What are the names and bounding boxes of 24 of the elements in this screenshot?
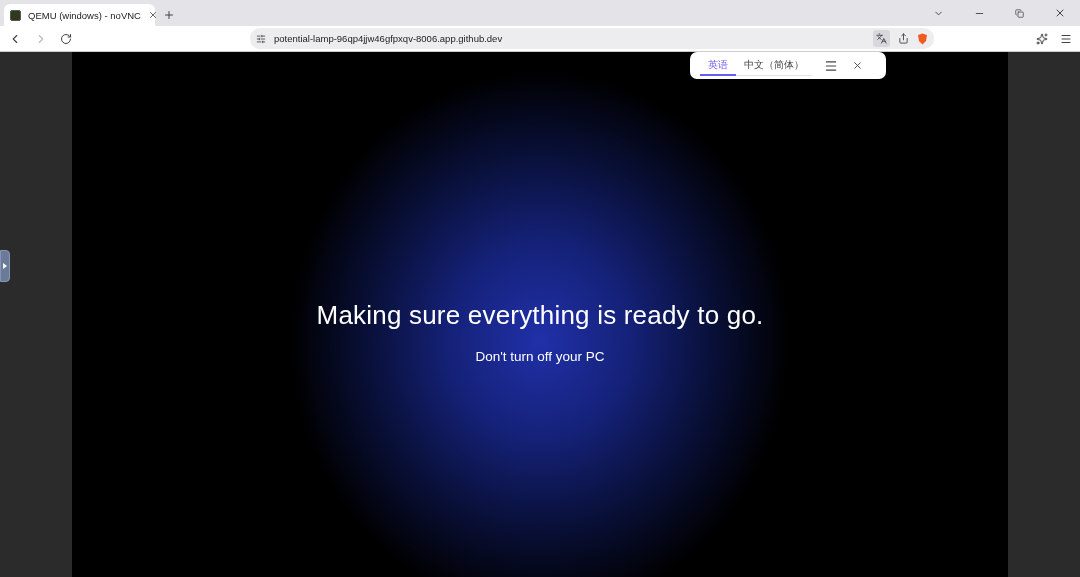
status-heading: Making sure everything is ready to go.: [316, 300, 764, 331]
sparkle-star-icon[interactable]: [1036, 32, 1048, 45]
sidebar-handle[interactable]: [0, 250, 10, 282]
shield-icon[interactable]: [917, 32, 928, 45]
browser-tab[interactable]: QEMU (windows) - noVNC: [4, 4, 155, 26]
status-subheading: Don't turn off your PC: [475, 349, 605, 364]
new-tab-button[interactable]: [163, 9, 175, 21]
address-bar[interactable]: potential-lamp-96qp4jjw46gfpxqv-8006.app.github.dev: [250, 28, 934, 49]
share-button[interactable]: [898, 33, 909, 44]
favicon-icon: [10, 9, 21, 21]
site-settings-icon[interactable]: [256, 33, 266, 44]
tab-title: QEMU (windows) - noVNC: [28, 9, 141, 21]
language-tab[interactable]: 英语: [700, 55, 736, 76]
expand-arrow-icon: [3, 263, 7, 269]
translate-button[interactable]: [873, 30, 890, 47]
restore-button[interactable]: [1015, 8, 1024, 18]
close-window-button[interactable]: [1054, 7, 1066, 19]
menu-icon[interactable]: [1060, 32, 1072, 45]
menu-icon[interactable]: [824, 58, 838, 73]
url-text: potential-lamp-96qp4jjw46gfpxqv-8006.app.github.dev: [274, 33, 504, 44]
reload-button[interactable]: [60, 32, 72, 45]
close-button[interactable]: [852, 60, 863, 71]
language-tab[interactable]: 中文（简体）: [736, 55, 812, 76]
close-tab-button[interactable]: [147, 10, 158, 20]
